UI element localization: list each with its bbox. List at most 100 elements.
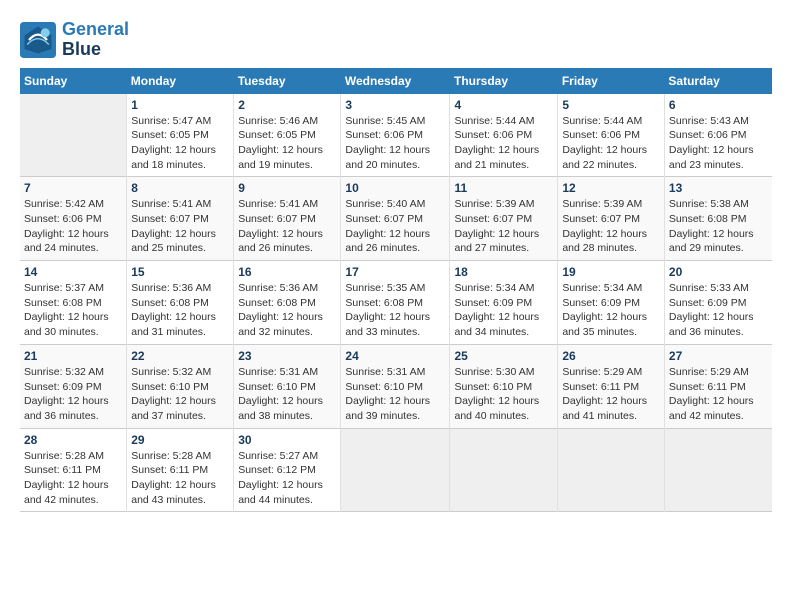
day-number: 10 [345,181,445,195]
day-info: Sunrise: 5:33 AMSunset: 6:09 PMDaylight:… [669,281,768,340]
day-cell: 15 Sunrise: 5:36 AMSunset: 6:08 PMDayligh… [127,261,234,345]
day-cell: 27 Sunrise: 5:29 AMSunset: 6:11 PMDayligh… [664,344,772,428]
column-header-tuesday: Tuesday [234,68,341,94]
day-number: 14 [24,265,122,279]
day-info: Sunrise: 5:31 AMSunset: 6:10 PMDaylight:… [345,365,445,424]
day-cell: 26 Sunrise: 5:29 AMSunset: 6:11 PMDayligh… [558,344,665,428]
day-number: 17 [345,265,445,279]
week-row-2: 7 Sunrise: 5:42 AMSunset: 6:06 PMDaylight… [20,177,772,261]
day-number: 3 [345,98,445,112]
day-cell: 8 Sunrise: 5:41 AMSunset: 6:07 PMDaylight… [127,177,234,261]
day-cell [664,428,772,512]
day-info: Sunrise: 5:41 AMSunset: 6:07 PMDaylight:… [238,197,336,256]
day-cell: 6 Sunrise: 5:43 AMSunset: 6:06 PMDaylight… [664,94,772,177]
day-info: Sunrise: 5:32 AMSunset: 6:10 PMDaylight:… [131,365,229,424]
day-info: Sunrise: 5:44 AMSunset: 6:06 PMDaylight:… [454,114,553,173]
day-info: Sunrise: 5:34 AMSunset: 6:09 PMDaylight:… [562,281,660,340]
day-info: Sunrise: 5:37 AMSunset: 6:08 PMDaylight:… [24,281,122,340]
day-number: 7 [24,181,122,195]
day-cell: 10Sunrise: 5:40 AMSunset: 6:07 PMDayligh… [341,177,450,261]
day-info: Sunrise: 5:35 AMSunset: 6:08 PMDaylight:… [345,281,445,340]
day-cell [341,428,450,512]
day-info: Sunrise: 5:44 AMSunset: 6:06 PMDaylight:… [562,114,660,173]
column-header-thursday: Thursday [450,68,558,94]
day-cell: 23 Sunrise: 5:31 AMSunset: 6:10 PMDayligh… [234,344,341,428]
day-number: 11 [454,181,553,195]
day-info: Sunrise: 5:36 AMSunset: 6:08 PMDaylight:… [131,281,229,340]
day-number: 13 [669,181,768,195]
day-number: 8 [131,181,229,195]
day-info: Sunrise: 5:31 AMSunset: 6:10 PMDaylight:… [238,365,336,424]
day-cell: 14 Sunrise: 5:37 AMSunset: 6:08 PMDayligh… [20,261,127,345]
day-cell: 29Sunrise: 5:28 AMSunset: 6:11 PMDayligh… [127,428,234,512]
calendar-table: SundayMondayTuesdayWednesdayThursdayFrid… [20,68,772,513]
day-number: 5 [562,98,660,112]
day-number: 30 [238,433,336,447]
day-cell: 13 Sunrise: 5:38 AMSunset: 6:08 PMDayligh… [664,177,772,261]
day-number: 26 [562,349,660,363]
column-header-friday: Friday [558,68,665,94]
logo: General Blue [20,20,129,60]
day-number: 1 [131,98,229,112]
day-info: Sunrise: 5:27 AMSunset: 6:12 PMDaylight:… [238,449,336,508]
day-info: Sunrise: 5:29 AMSunset: 6:11 PMDaylight:… [669,365,768,424]
day-number: 22 [131,349,229,363]
day-number: 4 [454,98,553,112]
day-number: 15 [131,265,229,279]
day-cell: 21 Sunrise: 5:32 AMSunset: 6:09 PMDayligh… [20,344,127,428]
day-number: 21 [24,349,122,363]
day-cell: 2Sunrise: 5:46 AMSunset: 6:05 PMDaylight… [234,94,341,177]
day-cell: 5 Sunrise: 5:44 AMSunset: 6:06 PMDaylight… [558,94,665,177]
day-cell: 3 Sunrise: 5:45 AMSunset: 6:06 PMDaylight… [341,94,450,177]
day-info: Sunrise: 5:39 AMSunset: 6:07 PMDaylight:… [562,197,660,256]
week-row-4: 21 Sunrise: 5:32 AMSunset: 6:09 PMDayligh… [20,344,772,428]
page-header: General Blue [20,20,772,60]
day-info: Sunrise: 5:39 AMSunset: 6:07 PMDaylight:… [454,197,553,256]
day-cell: 17 Sunrise: 5:35 AMSunset: 6:08 PMDayligh… [341,261,450,345]
column-header-wednesday: Wednesday [341,68,450,94]
day-info: Sunrise: 5:38 AMSunset: 6:08 PMDaylight:… [669,197,768,256]
day-number: 16 [238,265,336,279]
day-number: 28 [24,433,122,447]
day-cell [558,428,665,512]
day-cell: 7 Sunrise: 5:42 AMSunset: 6:06 PMDaylight… [20,177,127,261]
day-cell: 11 Sunrise: 5:39 AMSunset: 6:07 PMDayligh… [450,177,558,261]
day-cell: 20 Sunrise: 5:33 AMSunset: 6:09 PMDayligh… [664,261,772,345]
day-cell: 18 Sunrise: 5:34 AMSunset: 6:09 PMDayligh… [450,261,558,345]
day-number: 20 [669,265,768,279]
day-number: 29 [131,433,229,447]
day-info: Sunrise: 5:34 AMSunset: 6:09 PMDaylight:… [454,281,553,340]
day-number: 24 [345,349,445,363]
day-number: 18 [454,265,553,279]
day-number: 27 [669,349,768,363]
day-info: Sunrise: 5:42 AMSunset: 6:06 PMDaylight:… [24,197,122,256]
day-number: 19 [562,265,660,279]
day-cell: 19 Sunrise: 5:34 AMSunset: 6:09 PMDayligh… [558,261,665,345]
day-cell [450,428,558,512]
column-header-sunday: Sunday [20,68,127,94]
day-number: 9 [238,181,336,195]
day-info: Sunrise: 5:30 AMSunset: 6:10 PMDaylight:… [454,365,553,424]
day-info: Sunrise: 5:45 AMSunset: 6:06 PMDaylight:… [345,114,445,173]
day-number: 25 [454,349,553,363]
day-info: Sunrise: 5:28 AMSunset: 6:11 PMDaylight:… [24,449,122,508]
week-row-5: 28 Sunrise: 5:28 AMSunset: 6:11 PMDayligh… [20,428,772,512]
week-row-1: 1 Sunrise: 5:47 AMSunset: 6:05 PMDaylight… [20,94,772,177]
day-cell: 1 Sunrise: 5:47 AMSunset: 6:05 PMDaylight… [127,94,234,177]
day-number: 12 [562,181,660,195]
day-number: 23 [238,349,336,363]
day-cell: 16 Sunrise: 5:36 AMSunset: 6:08 PMDayligh… [234,261,341,345]
week-row-3: 14 Sunrise: 5:37 AMSunset: 6:08 PMDayligh… [20,261,772,345]
day-cell: 12 Sunrise: 5:39 AMSunset: 6:07 PMDayligh… [558,177,665,261]
day-info: Sunrise: 5:43 AMSunset: 6:06 PMDaylight:… [669,114,768,173]
day-info: Sunrise: 5:36 AMSunset: 6:08 PMDaylight:… [238,281,336,340]
day-number: 6 [669,98,768,112]
logo-icon [20,22,56,58]
day-info: Sunrise: 5:47 AMSunset: 6:05 PMDaylight:… [131,114,229,173]
day-cell: 30 Sunrise: 5:27 AMSunset: 6:12 PMDayligh… [234,428,341,512]
day-info: Sunrise: 5:41 AMSunset: 6:07 PMDaylight:… [131,197,229,256]
day-info: Sunrise: 5:32 AMSunset: 6:09 PMDaylight:… [24,365,122,424]
day-info: Sunrise: 5:29 AMSunset: 6:11 PMDaylight:… [562,365,660,424]
column-header-saturday: Saturday [664,68,772,94]
day-cell: 24 Sunrise: 5:31 AMSunset: 6:10 PMDayligh… [341,344,450,428]
